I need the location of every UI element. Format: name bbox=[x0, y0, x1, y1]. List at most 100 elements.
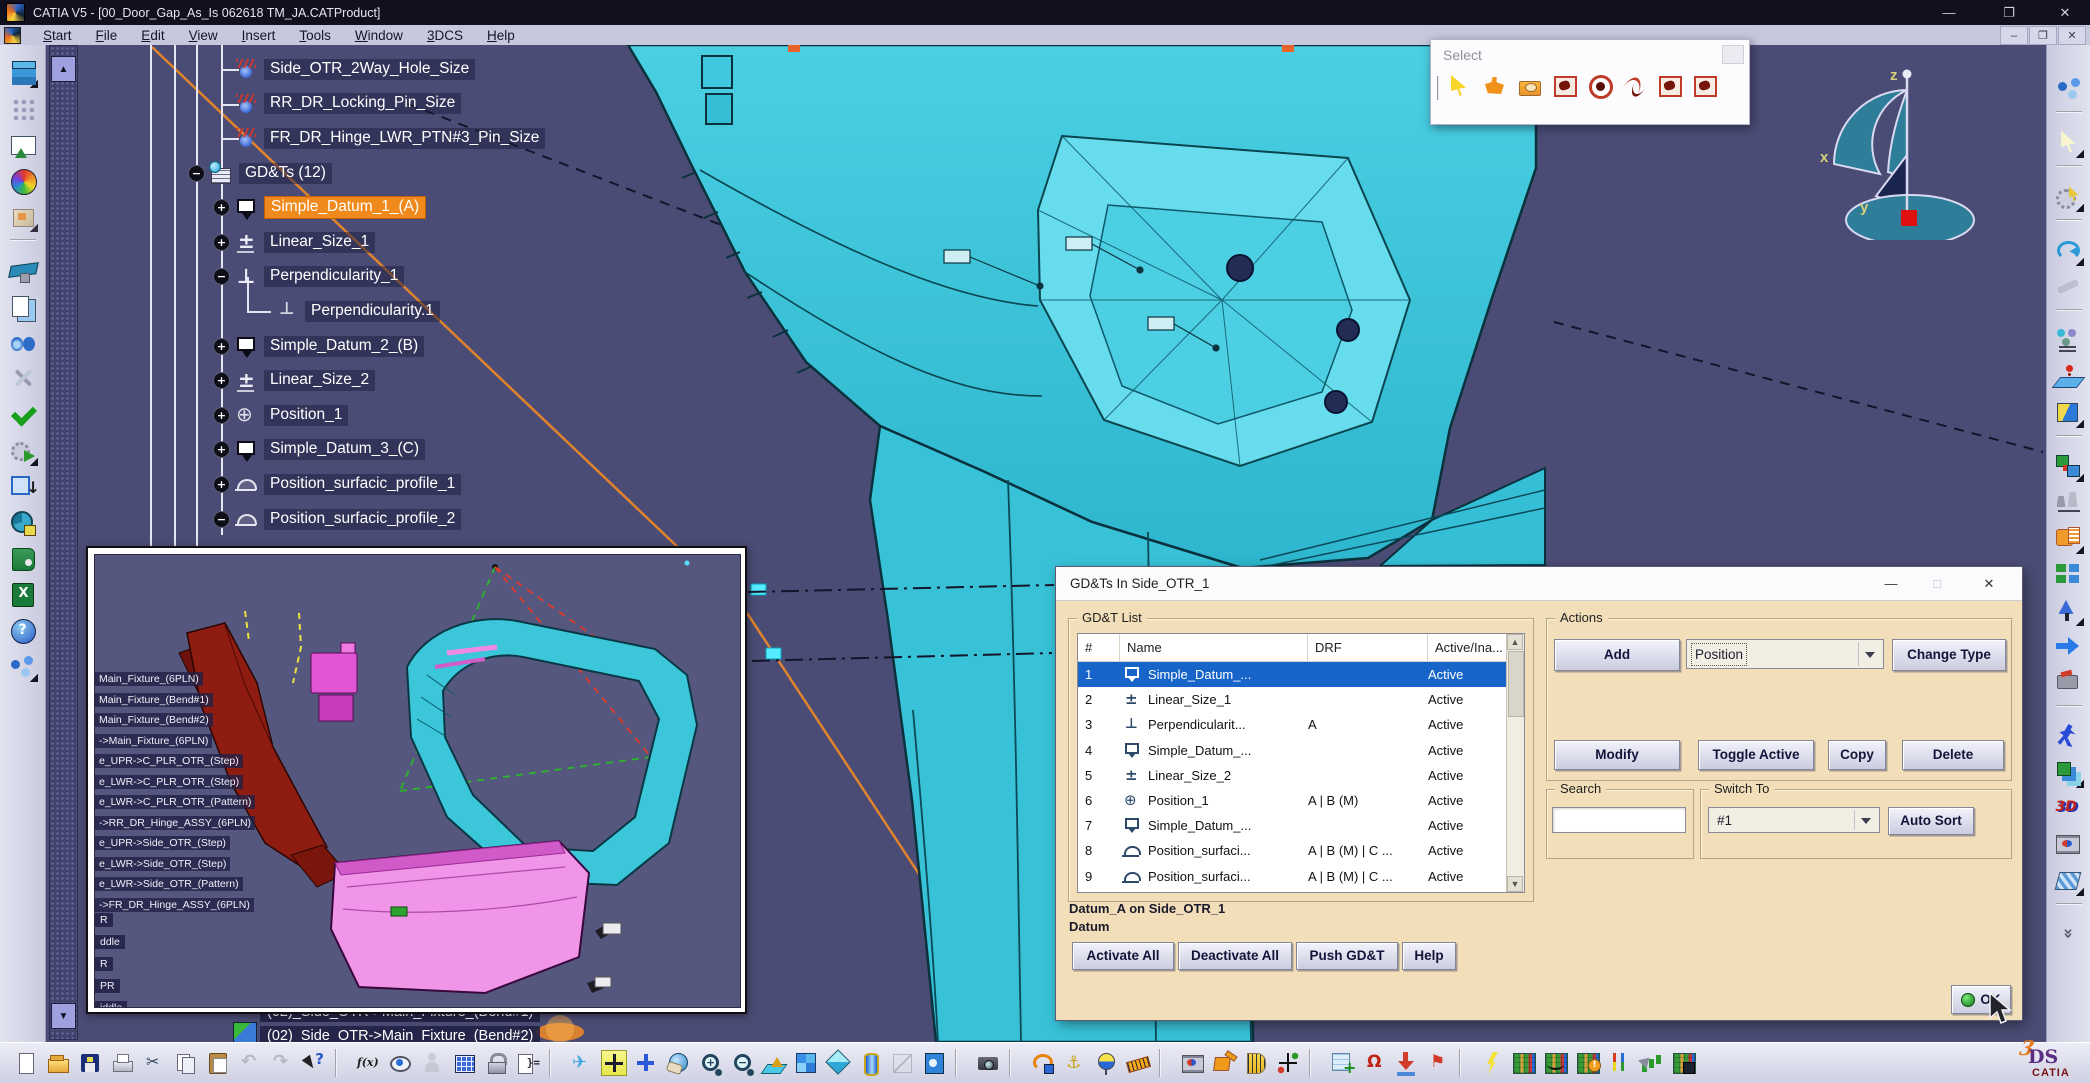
copy-icon[interactable] bbox=[173, 1050, 199, 1076]
animation-film-icon[interactable] bbox=[2053, 829, 2085, 861]
part-label[interactable]: ->Main_Fixture_(6PLN) bbox=[95, 734, 212, 748]
molecule-icon[interactable] bbox=[7, 651, 39, 683]
search-binoculars-icon[interactable] bbox=[7, 327, 39, 359]
gdt-table[interactable]: # Name DRF Active/Ina... 1 Simple_Datum_… bbox=[1077, 633, 1525, 893]
gdt-table-row[interactable]: 7 Simple_Datum_... Active bbox=[1078, 813, 1524, 838]
lock-icon[interactable] bbox=[483, 1050, 509, 1076]
mdi-restore-button[interactable]: ❐ bbox=[2029, 26, 2057, 45]
measure-ruler-icon[interactable] bbox=[1125, 1050, 1151, 1076]
clamp-icon[interactable] bbox=[2053, 667, 2085, 699]
scroll-up-button[interactable]: ▲ bbox=[1507, 634, 1523, 650]
tree-item[interactable]: + Linear_Size_2 bbox=[0, 363, 853, 398]
menu-item[interactable]: 3DCS bbox=[415, 27, 475, 44]
graphic-properties-icon[interactable] bbox=[2053, 325, 2085, 357]
gdt-table-row[interactable]: 5 Linear_Size_2 Active bbox=[1078, 763, 1524, 788]
undo-icon[interactable] bbox=[237, 1050, 263, 1076]
catalog-books-icon[interactable] bbox=[7, 291, 39, 323]
part-label[interactable]: Main_Fixture_(Bend#1) bbox=[95, 693, 213, 707]
circle-trap-icon[interactable] bbox=[1587, 73, 1613, 99]
part-label[interactable]: PR bbox=[95, 979, 120, 993]
validate-check-icon[interactable] bbox=[7, 399, 39, 431]
menu-item[interactable]: Tools bbox=[287, 27, 343, 44]
tree-item-label[interactable]: Linear_Size_2 bbox=[264, 370, 375, 391]
tree-expander[interactable]: + bbox=[213, 476, 230, 493]
column-header[interactable]: Name bbox=[1120, 634, 1308, 661]
tree-item[interactable]: + Simple_Datum_2_(B) bbox=[0, 329, 853, 364]
gdt-type-dropdown[interactable]: Position bbox=[1686, 639, 1884, 669]
analysis-warning-icon[interactable] bbox=[1575, 1050, 1601, 1076]
results-chart-icon[interactable] bbox=[1639, 1050, 1665, 1076]
add-button[interactable]: Add bbox=[1554, 639, 1680, 671]
table-scrollbar[interactable]: ▲ ▼ bbox=[1506, 634, 1524, 892]
part-label[interactable]: R bbox=[95, 957, 113, 971]
human-builder-icon[interactable] bbox=[2053, 721, 2085, 753]
wireframe-view-icon[interactable] bbox=[889, 1050, 915, 1076]
copy-button[interactable]: Copy bbox=[1828, 740, 1886, 770]
tree-item-label[interactable]: GD&Ts (12) bbox=[239, 163, 332, 184]
part-label[interactable]: iddle bbox=[95, 1001, 127, 1008]
menu-item[interactable]: Insert bbox=[230, 27, 288, 44]
deactivate-all-button[interactable]: Deactivate All bbox=[1178, 942, 1292, 970]
dialog-maximize-button[interactable]: □ bbox=[1918, 571, 1956, 596]
tree-item[interactable]: + Position_surfacic_profile_1 bbox=[0, 467, 853, 502]
add-point-grid-icon[interactable] bbox=[1329, 1050, 1355, 1076]
column-header[interactable]: # bbox=[1078, 634, 1120, 661]
outside-trap-icon[interactable] bbox=[1657, 73, 1683, 99]
compass[interactable]: z x y bbox=[1802, 60, 2012, 240]
nested-cubes-icon[interactable] bbox=[2053, 757, 2085, 789]
view-mode-icon[interactable] bbox=[921, 1050, 947, 1076]
tree-expander[interactable]: + bbox=[213, 372, 230, 389]
iso-view-icon[interactable] bbox=[825, 1050, 851, 1076]
comment-globe-icon[interactable] bbox=[387, 1050, 413, 1076]
column-header[interactable]: DRF bbox=[1308, 634, 1428, 661]
paint-stroke-trap-icon[interactable] bbox=[1622, 73, 1648, 99]
move-cube-icon[interactable] bbox=[2053, 451, 2085, 483]
help-icon[interactable] bbox=[7, 615, 39, 647]
part-label[interactable]: e_LWR->Side_OTR_(Pattern) bbox=[95, 877, 243, 891]
select-arrow-icon[interactable] bbox=[2053, 127, 2085, 159]
scrollbar-thumb[interactable] bbox=[1508, 651, 1524, 717]
update-rotate-icon[interactable] bbox=[2053, 235, 2085, 267]
print-icon[interactable] bbox=[109, 1050, 135, 1076]
menu-item[interactable]: File bbox=[84, 27, 130, 44]
select-cursor-icon[interactable] bbox=[1447, 73, 1473, 99]
part-label[interactable]: e_LWR->C_PLR_OTR_(Pattern) bbox=[95, 795, 255, 809]
axis-system-icon[interactable] bbox=[1275, 1050, 1301, 1076]
hatch-section-icon[interactable] bbox=[2053, 865, 2085, 897]
tree-item[interactable]: − Perpendicularity_1 bbox=[0, 260, 853, 295]
tree-expander[interactable]: + bbox=[213, 338, 230, 355]
analysis-grid-icon[interactable] bbox=[1511, 1050, 1537, 1076]
rectangle-trap-icon[interactable] bbox=[1552, 73, 1578, 99]
simulate-lightning-icon[interactable] bbox=[1479, 1050, 1505, 1076]
measure-between-icon[interactable] bbox=[2053, 487, 2085, 519]
rotate-icon[interactable] bbox=[665, 1050, 691, 1076]
gdt-table-row[interactable]: 1 Simple_Datum_... Active bbox=[1078, 662, 1524, 687]
analysis-curve-icon[interactable] bbox=[1543, 1050, 1569, 1076]
gdt-table-row[interactable]: 6 Position_1 A | B (M) Active bbox=[1078, 788, 1524, 813]
part-label[interactable]: ->FR_DR_Hinge_ASSY_(6PLN) bbox=[95, 898, 254, 912]
dialog-minimize-button[interactable]: — bbox=[1872, 571, 1910, 596]
gdt-table-row[interactable]: 4 Simple_Datum_... Active bbox=[1078, 738, 1524, 763]
menu-item[interactable]: Window bbox=[343, 27, 415, 44]
tree-item-label[interactable]: Position_surfacic_profile_2 bbox=[264, 509, 461, 530]
menu-item[interactable]: Edit bbox=[129, 27, 176, 44]
push-gdt-button[interactable]: Push GD&T bbox=[1296, 942, 1398, 970]
mdi-minimize-button[interactable]: – bbox=[2000, 26, 2028, 45]
toolbar-close-button[interactable] bbox=[1722, 45, 1744, 64]
tree-expander[interactable]: − bbox=[213, 511, 230, 528]
update-swap-icon[interactable] bbox=[1029, 1050, 1055, 1076]
part-label[interactable]: Main_Fixture_(6PLN) bbox=[95, 672, 203, 686]
camera-icon[interactable] bbox=[975, 1050, 1001, 1076]
tree-expander[interactable]: + bbox=[213, 234, 230, 251]
formula-icon[interactable] bbox=[355, 1050, 381, 1076]
fly-mode-icon[interactable] bbox=[569, 1050, 595, 1076]
tree-item[interactable]: + Simple_Datum_3_(C) bbox=[0, 433, 853, 468]
tree-item[interactable]: RR_DR_Locking_Pin_Size bbox=[0, 87, 853, 122]
tree-item[interactable]: + Simple_Datum_1_(A) bbox=[0, 190, 853, 225]
export-cube-icon[interactable] bbox=[7, 471, 39, 503]
animation-film-icon[interactable] bbox=[1179, 1050, 1205, 1076]
deviation-harp-icon[interactable] bbox=[1243, 1050, 1269, 1076]
import-arrow-icon[interactable] bbox=[1393, 1050, 1419, 1076]
anchor-plane-icon[interactable] bbox=[2053, 361, 2085, 393]
paste-icon[interactable] bbox=[205, 1050, 231, 1076]
